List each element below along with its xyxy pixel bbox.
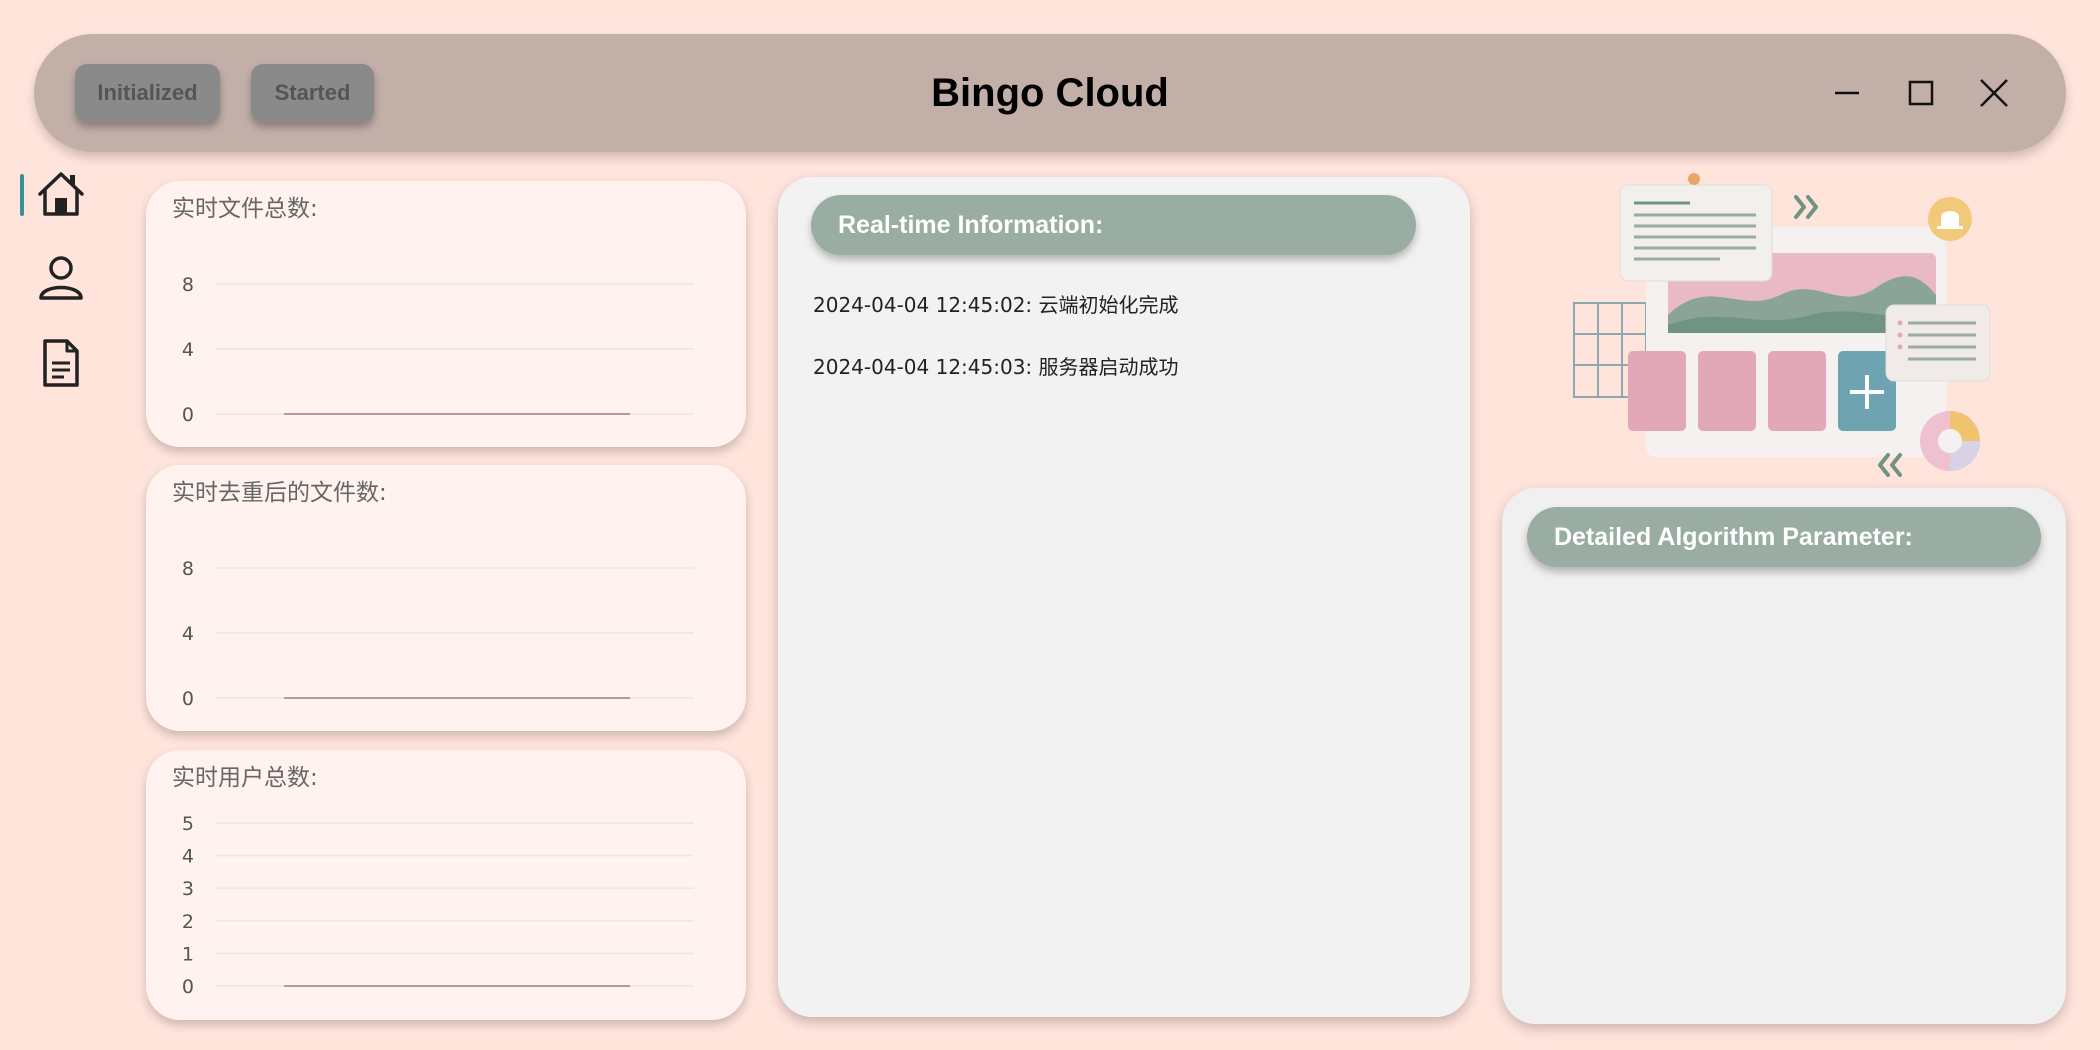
- realtime-info-header: Real-time Information:: [811, 195, 1416, 255]
- y-tick-label: 0: [182, 976, 194, 998]
- user-icon[interactable]: [34, 251, 88, 305]
- y-tick-label: 8: [182, 558, 194, 580]
- minimize-icon[interactable]: [1827, 73, 1867, 113]
- files-total-card: 实时文件总数: 048: [146, 181, 746, 447]
- realtime-info-panel: Real-time Information: 2024-04-04 12:45:…: [778, 177, 1470, 1017]
- y-tick-label: 4: [182, 339, 194, 361]
- active-nav-indicator: [20, 174, 24, 216]
- users-total-card: 实时用户总数: 012345: [146, 750, 746, 1020]
- y-tick-label: 4: [182, 623, 194, 645]
- users-total-chart: 0 1 2 3 4 5: [182, 813, 694, 998]
- y-tick-label: 0: [182, 404, 194, 426]
- y-tick-label: 0: [182, 688, 194, 710]
- log-line: 2024-04-04 12:45:02: 云端初始化完成: [813, 293, 1179, 317]
- maximize-icon[interactable]: [1901, 73, 1941, 113]
- y-tick-label: 2: [182, 911, 194, 933]
- y-tick-label: 1: [182, 943, 194, 965]
- app-title: Bingo Cloud: [931, 70, 1169, 115]
- dedup-files-card: 实时去重后的文件数: 048: [146, 465, 746, 731]
- close-icon[interactable]: [1974, 73, 2014, 113]
- algorithm-param-panel: Detailed Algorithm Parameter:: [1502, 488, 2066, 1024]
- y-tick-label: 5: [182, 813, 194, 835]
- dedup-files-chart: 0 4 8: [182, 558, 694, 710]
- files-total-chart: 0 4 8: [182, 274, 694, 426]
- y-tick-label: 4: [182, 846, 194, 868]
- title-bar: Initialized Started Bingo Cloud: [34, 34, 2066, 152]
- y-tick-label: 8: [182, 274, 194, 296]
- algorithm-param-header: Detailed Algorithm Parameter:: [1527, 507, 2041, 567]
- y-tick-label: 3: [182, 878, 194, 900]
- log-line: 2024-04-04 12:45:03: 服务器启动成功: [813, 355, 1179, 379]
- home-icon[interactable]: [34, 167, 88, 221]
- document-icon[interactable]: [34, 336, 88, 390]
- dashboard-illustration: [1573, 173, 1991, 477]
